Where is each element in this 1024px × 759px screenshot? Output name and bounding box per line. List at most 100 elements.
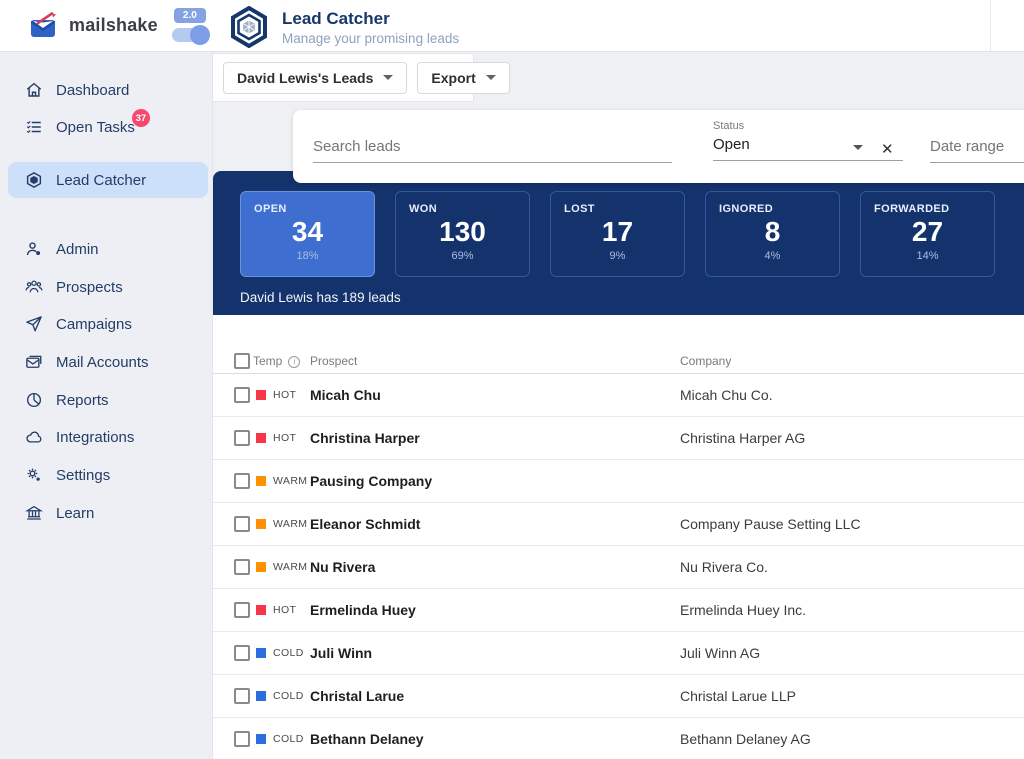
table-header-row: Tempi Prospect Company: [213, 315, 1024, 374]
stat-value: 34: [241, 216, 374, 248]
stat-value: 27: [861, 216, 994, 248]
status-label: Status: [713, 120, 903, 132]
stat-label: IGNORED: [719, 203, 839, 215]
lead-catcher-hexagon-icon: [228, 6, 270, 48]
date-range-underline: [930, 162, 1024, 163]
table-row[interactable]: HOT Christina Harper Christina Harper AG: [213, 417, 1024, 460]
status-select[interactable]: Status Open: [713, 120, 903, 161]
leads-owner-dropdown[interactable]: David Lewis's Leads: [223, 62, 407, 94]
sidebar-item-dashboard[interactable]: Dashboard: [8, 72, 208, 108]
sidebar-item-reports[interactable]: Reports: [8, 382, 208, 418]
sidebar-item-settings[interactable]: Settings: [8, 457, 208, 493]
leads-owner-dropdown-label: David Lewis's Leads: [237, 70, 373, 86]
topbar-divider: [990, 0, 991, 51]
prospect-name[interactable]: Christal Larue: [310, 688, 404, 704]
temp-label: COLD: [273, 733, 304, 745]
table-row[interactable]: COLD Juli Winn Juli Winn AG: [213, 632, 1024, 675]
table-row[interactable]: COLD Christal Larue Christal Larue LLP: [213, 675, 1024, 718]
temp-indicator-icon: [256, 648, 266, 658]
status-value[interactable]: Open: [713, 136, 903, 160]
version-badge: 2.0: [174, 8, 206, 23]
temp-label: COLD: [273, 647, 304, 659]
prospect-name[interactable]: Christina Harper: [310, 430, 420, 446]
row-checkbox[interactable]: [234, 602, 250, 618]
mailshake-envelope-icon: [30, 12, 60, 38]
prospect-name[interactable]: Ermelinda Huey: [310, 602, 416, 618]
row-checkbox[interactable]: [234, 688, 250, 704]
chevron-down-icon[interactable]: [853, 145, 863, 150]
select-all-checkbox[interactable]: [234, 353, 250, 369]
version-toggle[interactable]: [172, 28, 208, 42]
brand-logo[interactable]: mailshake 2.0: [30, 8, 208, 42]
prospect-name[interactable]: Pausing Company: [310, 473, 432, 489]
learn-icon: [25, 504, 43, 522]
sidebar-item-integrations[interactable]: Integrations: [8, 419, 208, 455]
temp-label: HOT: [273, 604, 296, 616]
sidebar-item-mail-accounts[interactable]: Mail Accounts: [8, 344, 208, 380]
row-checkbox[interactable]: [234, 731, 250, 747]
row-checkbox[interactable]: [234, 645, 250, 661]
leads-toolbar: David Lewis's Leads Export: [213, 54, 473, 101]
row-checkbox[interactable]: [234, 516, 250, 532]
date-range-field[interactable]: Date range: [930, 138, 1024, 163]
search-field[interactable]: Search leads: [313, 138, 672, 163]
company-name: Micah Chu Co.: [680, 387, 773, 403]
column-header-temp: Tempi: [253, 354, 300, 368]
hexagon-icon: [25, 171, 43, 189]
row-checkbox[interactable]: [234, 387, 250, 403]
top-bar: mailshake 2.0 Lead Catcher Manage your p…: [0, 0, 1024, 52]
tasks-icon: [25, 118, 43, 136]
table-row[interactable]: HOT Ermelinda Huey Ermelinda Huey Inc.: [213, 589, 1024, 632]
page-header: Lead Catcher Manage your promising leads: [228, 6, 459, 48]
lead-stats-panel: OPEN 34 18% WON 130 69% LOST 17 9% IGNOR…: [213, 171, 1024, 315]
stat-value: 8: [706, 216, 839, 248]
info-icon[interactable]: i: [288, 356, 300, 368]
date-range-input[interactable]: Date range: [930, 138, 1024, 162]
stat-card-ignored[interactable]: IGNORED 8 4%: [705, 191, 840, 277]
table-row[interactable]: HOT Micah Chu Micah Chu Co.: [213, 374, 1024, 417]
stat-card-lost[interactable]: LOST 17 9%: [550, 191, 685, 277]
sidebar-item-learn[interactable]: Learn: [8, 495, 208, 531]
chevron-down-icon: [486, 75, 496, 80]
row-checkbox[interactable]: [234, 559, 250, 575]
export-button-label: Export: [431, 70, 475, 86]
company-name: Christal Larue LLP: [680, 688, 796, 704]
toggle-knob-icon: [190, 25, 210, 45]
settings-icon: [25, 466, 43, 484]
sidebar-item-label: Settings: [56, 467, 110, 484]
prospect-name[interactable]: Nu Rivera: [310, 559, 375, 575]
company-name: Ermelinda Huey Inc.: [680, 602, 806, 618]
row-checkbox[interactable]: [234, 430, 250, 446]
stat-card-open[interactable]: OPEN 34 18%: [240, 191, 375, 277]
sidebar-item-label: Prospects: [56, 279, 123, 296]
stat-card-won[interactable]: WON 130 69%: [395, 191, 530, 277]
stat-percent: 4%: [706, 250, 839, 262]
prospect-name[interactable]: Juli Winn: [310, 645, 372, 661]
row-checkbox[interactable]: [234, 473, 250, 489]
stat-card-forwarded[interactable]: FORWARDED 27 14%: [860, 191, 995, 277]
reports-icon: [25, 391, 43, 409]
chevron-down-icon: [383, 75, 393, 80]
mail-icon: [25, 353, 43, 371]
prospect-name[interactable]: Bethann Delaney: [310, 731, 424, 747]
clear-status-icon[interactable]: ✕: [881, 140, 894, 158]
temp-indicator-icon: [256, 390, 266, 400]
company-name: Company Pause Setting LLC: [680, 516, 861, 532]
export-button[interactable]: Export: [417, 62, 509, 94]
table-row[interactable]: WARM Nu Rivera Nu Rivera Co.: [213, 546, 1024, 589]
sidebar-item-lead-catcher[interactable]: Lead Catcher: [8, 162, 208, 198]
temp-label: WARM: [273, 518, 307, 530]
prospect-name[interactable]: Micah Chu: [310, 387, 381, 403]
table-row[interactable]: WARM Eleanor Schmidt Company Pause Setti…: [213, 503, 1024, 546]
sidebar-item-label: Dashboard: [56, 82, 129, 99]
prospect-name[interactable]: Eleanor Schmidt: [310, 516, 420, 532]
sidebar-item-prospects[interactable]: Prospects: [8, 269, 208, 305]
table-row[interactable]: WARM Pausing Company: [213, 460, 1024, 503]
sidebar-item-admin[interactable]: Admin: [8, 231, 208, 267]
sidebar-item-campaigns[interactable]: Campaigns: [8, 306, 208, 342]
search-input[interactable]: Search leads: [313, 138, 672, 162]
sidebar-item-open-tasks[interactable]: Open Tasks 37: [8, 109, 208, 145]
stat-label: LOST: [564, 203, 684, 215]
integrations-icon: [25, 428, 43, 446]
table-row[interactable]: COLD Bethann Delaney Bethann Delaney AG: [213, 718, 1024, 759]
